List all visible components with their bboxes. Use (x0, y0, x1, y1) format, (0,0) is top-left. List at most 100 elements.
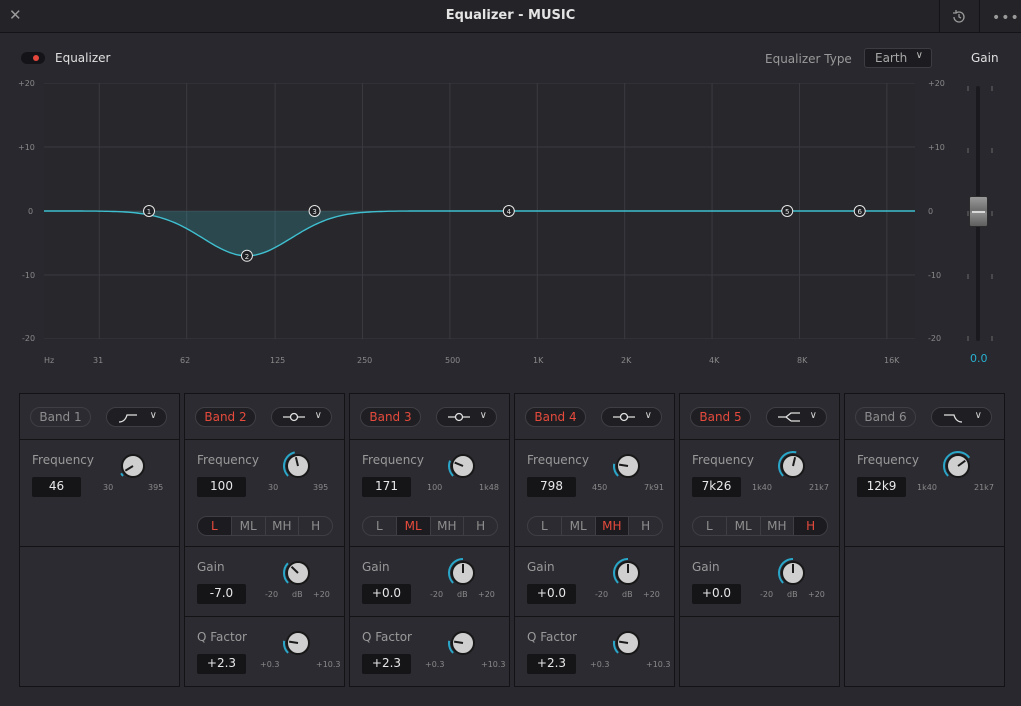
gain-knob[interactable] (612, 557, 644, 589)
frequency-max: 21k7 (809, 483, 829, 492)
range-option-l[interactable]: L (693, 517, 726, 535)
gain-max: +20 (478, 590, 495, 599)
gain-value[interactable]: +0.0 (692, 584, 741, 604)
range-option-ml[interactable]: ML (230, 517, 265, 535)
gain-unit: dB (457, 590, 468, 599)
frequency-min: 1k40 (917, 483, 937, 492)
band-4-toggle[interactable]: Band 4 (525, 407, 586, 427)
range-option-l[interactable]: L (198, 517, 231, 535)
band-4-panel: Band 4 ∨ Frequency 798 450 7k91 L ML MH … (514, 393, 675, 687)
range-option-mh[interactable]: MH (264, 517, 299, 535)
gain-value[interactable]: +0.0 (362, 584, 411, 604)
q-factor-value[interactable]: +2.3 (197, 654, 246, 674)
q-factor-max: +10.3 (481, 660, 506, 669)
more-options-icon[interactable]: ••• (992, 10, 1020, 26)
x-tick-label: 250 (357, 356, 373, 365)
eq-node-2[interactable]: 2 (240, 249, 253, 262)
frequency-value[interactable]: 100 (197, 477, 246, 497)
band-5-toggle[interactable]: Band 5 (690, 407, 751, 427)
filter-shape-dropdown[interactable]: ∨ (931, 407, 992, 427)
x-tick-label: 2K (621, 356, 632, 365)
frequency-knob[interactable] (942, 450, 974, 482)
gain-knob[interactable] (282, 557, 314, 589)
range-option-h[interactable]: H (298, 517, 332, 535)
gain-label: Gain (527, 560, 555, 574)
frequency-value[interactable]: 7k26 (692, 477, 741, 497)
range-option-ml[interactable]: ML (395, 517, 430, 535)
range-option-ml[interactable]: ML (560, 517, 595, 535)
band-6-panel: Band 6 ∨ Frequency 12k9 1k40 21k7 (844, 393, 1005, 687)
y-tick-label: -20 (22, 334, 36, 343)
q-factor-value[interactable]: +2.3 (362, 654, 411, 674)
filter-shape-dropdown[interactable]: ∨ (601, 407, 662, 427)
range-option-mh[interactable]: MH (594, 517, 629, 535)
frequency-knob[interactable] (612, 450, 644, 482)
band-3-toggle[interactable]: Band 3 (360, 407, 421, 427)
divider (939, 0, 940, 33)
eq-node-4[interactable]: 4 (502, 205, 515, 217)
eq-node-6[interactable]: 6 (853, 205, 866, 217)
frequency-knob[interactable] (447, 450, 479, 482)
gain-min: -20 (265, 590, 279, 599)
y-tick-label: 0 (28, 207, 34, 216)
equalizer-toggle[interactable] (21, 52, 45, 64)
frequency-min: 1k40 (752, 483, 772, 492)
low-pass-filter-icon (944, 414, 963, 423)
frequency-section: Frequency 171 100 1k48 L ML MH H (350, 441, 509, 547)
window-title: Equalizer - MUSIC (445, 8, 576, 23)
chevron-down-icon: ∨ (314, 410, 322, 421)
eq-node-1[interactable]: 1 (143, 205, 156, 217)
gain-value[interactable]: -7.0 (197, 584, 246, 604)
band-1-toggle[interactable]: Band 1 (30, 407, 91, 427)
eq-node-3[interactable]: 3 (308, 205, 321, 217)
history-icon[interactable] (950, 8, 968, 26)
q-factor-value[interactable]: +2.3 (527, 654, 576, 674)
range-option-h[interactable]: H (793, 517, 827, 535)
frequency-knob[interactable] (282, 450, 314, 482)
frequency-knob[interactable] (117, 450, 149, 482)
range-option-mh[interactable]: MH (759, 517, 794, 535)
range-option-ml[interactable]: ML (725, 517, 760, 535)
q-factor-min: +0.3 (425, 660, 445, 669)
gain-label: Gain (692, 560, 720, 574)
chevron-down-icon: ∨ (479, 410, 487, 421)
x-tick-label: 62 (180, 356, 191, 365)
band-2-toggle[interactable]: Band 2 (195, 407, 256, 427)
gain-knob[interactable] (447, 557, 479, 589)
filter-shape-dropdown[interactable]: ∨ (271, 407, 332, 427)
range-option-mh[interactable]: MH (429, 517, 464, 535)
range-option-h[interactable]: H (463, 517, 497, 535)
frequency-value[interactable]: 46 (32, 477, 81, 497)
filter-shape-dropdown[interactable]: ∨ (436, 407, 497, 427)
range-option-h[interactable]: H (628, 517, 662, 535)
range-option-l[interactable]: L (528, 517, 561, 535)
range-option-l[interactable]: L (363, 517, 396, 535)
eq-node-5[interactable]: 5 (781, 205, 794, 217)
gain-knob[interactable] (777, 557, 809, 589)
frequency-value[interactable]: 798 (527, 477, 576, 497)
eq-response-graph[interactable]: 1 2 3 4 5 6 (44, 83, 915, 339)
filter-shape-dropdown[interactable]: ∨ (766, 407, 827, 427)
frequency-max: 395 (148, 483, 164, 492)
q-factor-knob[interactable] (447, 627, 479, 659)
band-header: Band 1 ∨ (20, 394, 179, 440)
q-factor-section: Q Factor +2.3 +0.3 +10.3 (350, 618, 509, 686)
band-header: Band 6 ∨ (845, 394, 1004, 440)
q-factor-knob[interactable] (612, 627, 644, 659)
knob-pointer (618, 640, 629, 644)
frequency-section: Frequency 12k9 1k40 21k7 (845, 441, 1004, 547)
y-tick-label: +10 (928, 143, 945, 152)
q-factor-knob[interactable] (282, 627, 314, 659)
gain-slider-handle[interactable] (969, 196, 988, 227)
frequency-max: 7k91 (644, 483, 664, 492)
frequency-value[interactable]: 12k9 (857, 477, 906, 497)
filter-shape-dropdown[interactable]: ∨ (106, 407, 167, 427)
gain-value[interactable]: +0.0 (527, 584, 576, 604)
equalizer-type-dropdown[interactable]: Earth ∨ (864, 48, 932, 68)
frequency-section: Frequency 46 30 395 (20, 441, 179, 547)
equalizer-type-value: Earth (875, 51, 908, 65)
band-6-toggle[interactable]: Band 6 (855, 407, 916, 427)
frequency-knob[interactable] (777, 450, 809, 482)
frequency-value[interactable]: 171 (362, 477, 411, 497)
gain-value: 0.0 (970, 352, 988, 365)
